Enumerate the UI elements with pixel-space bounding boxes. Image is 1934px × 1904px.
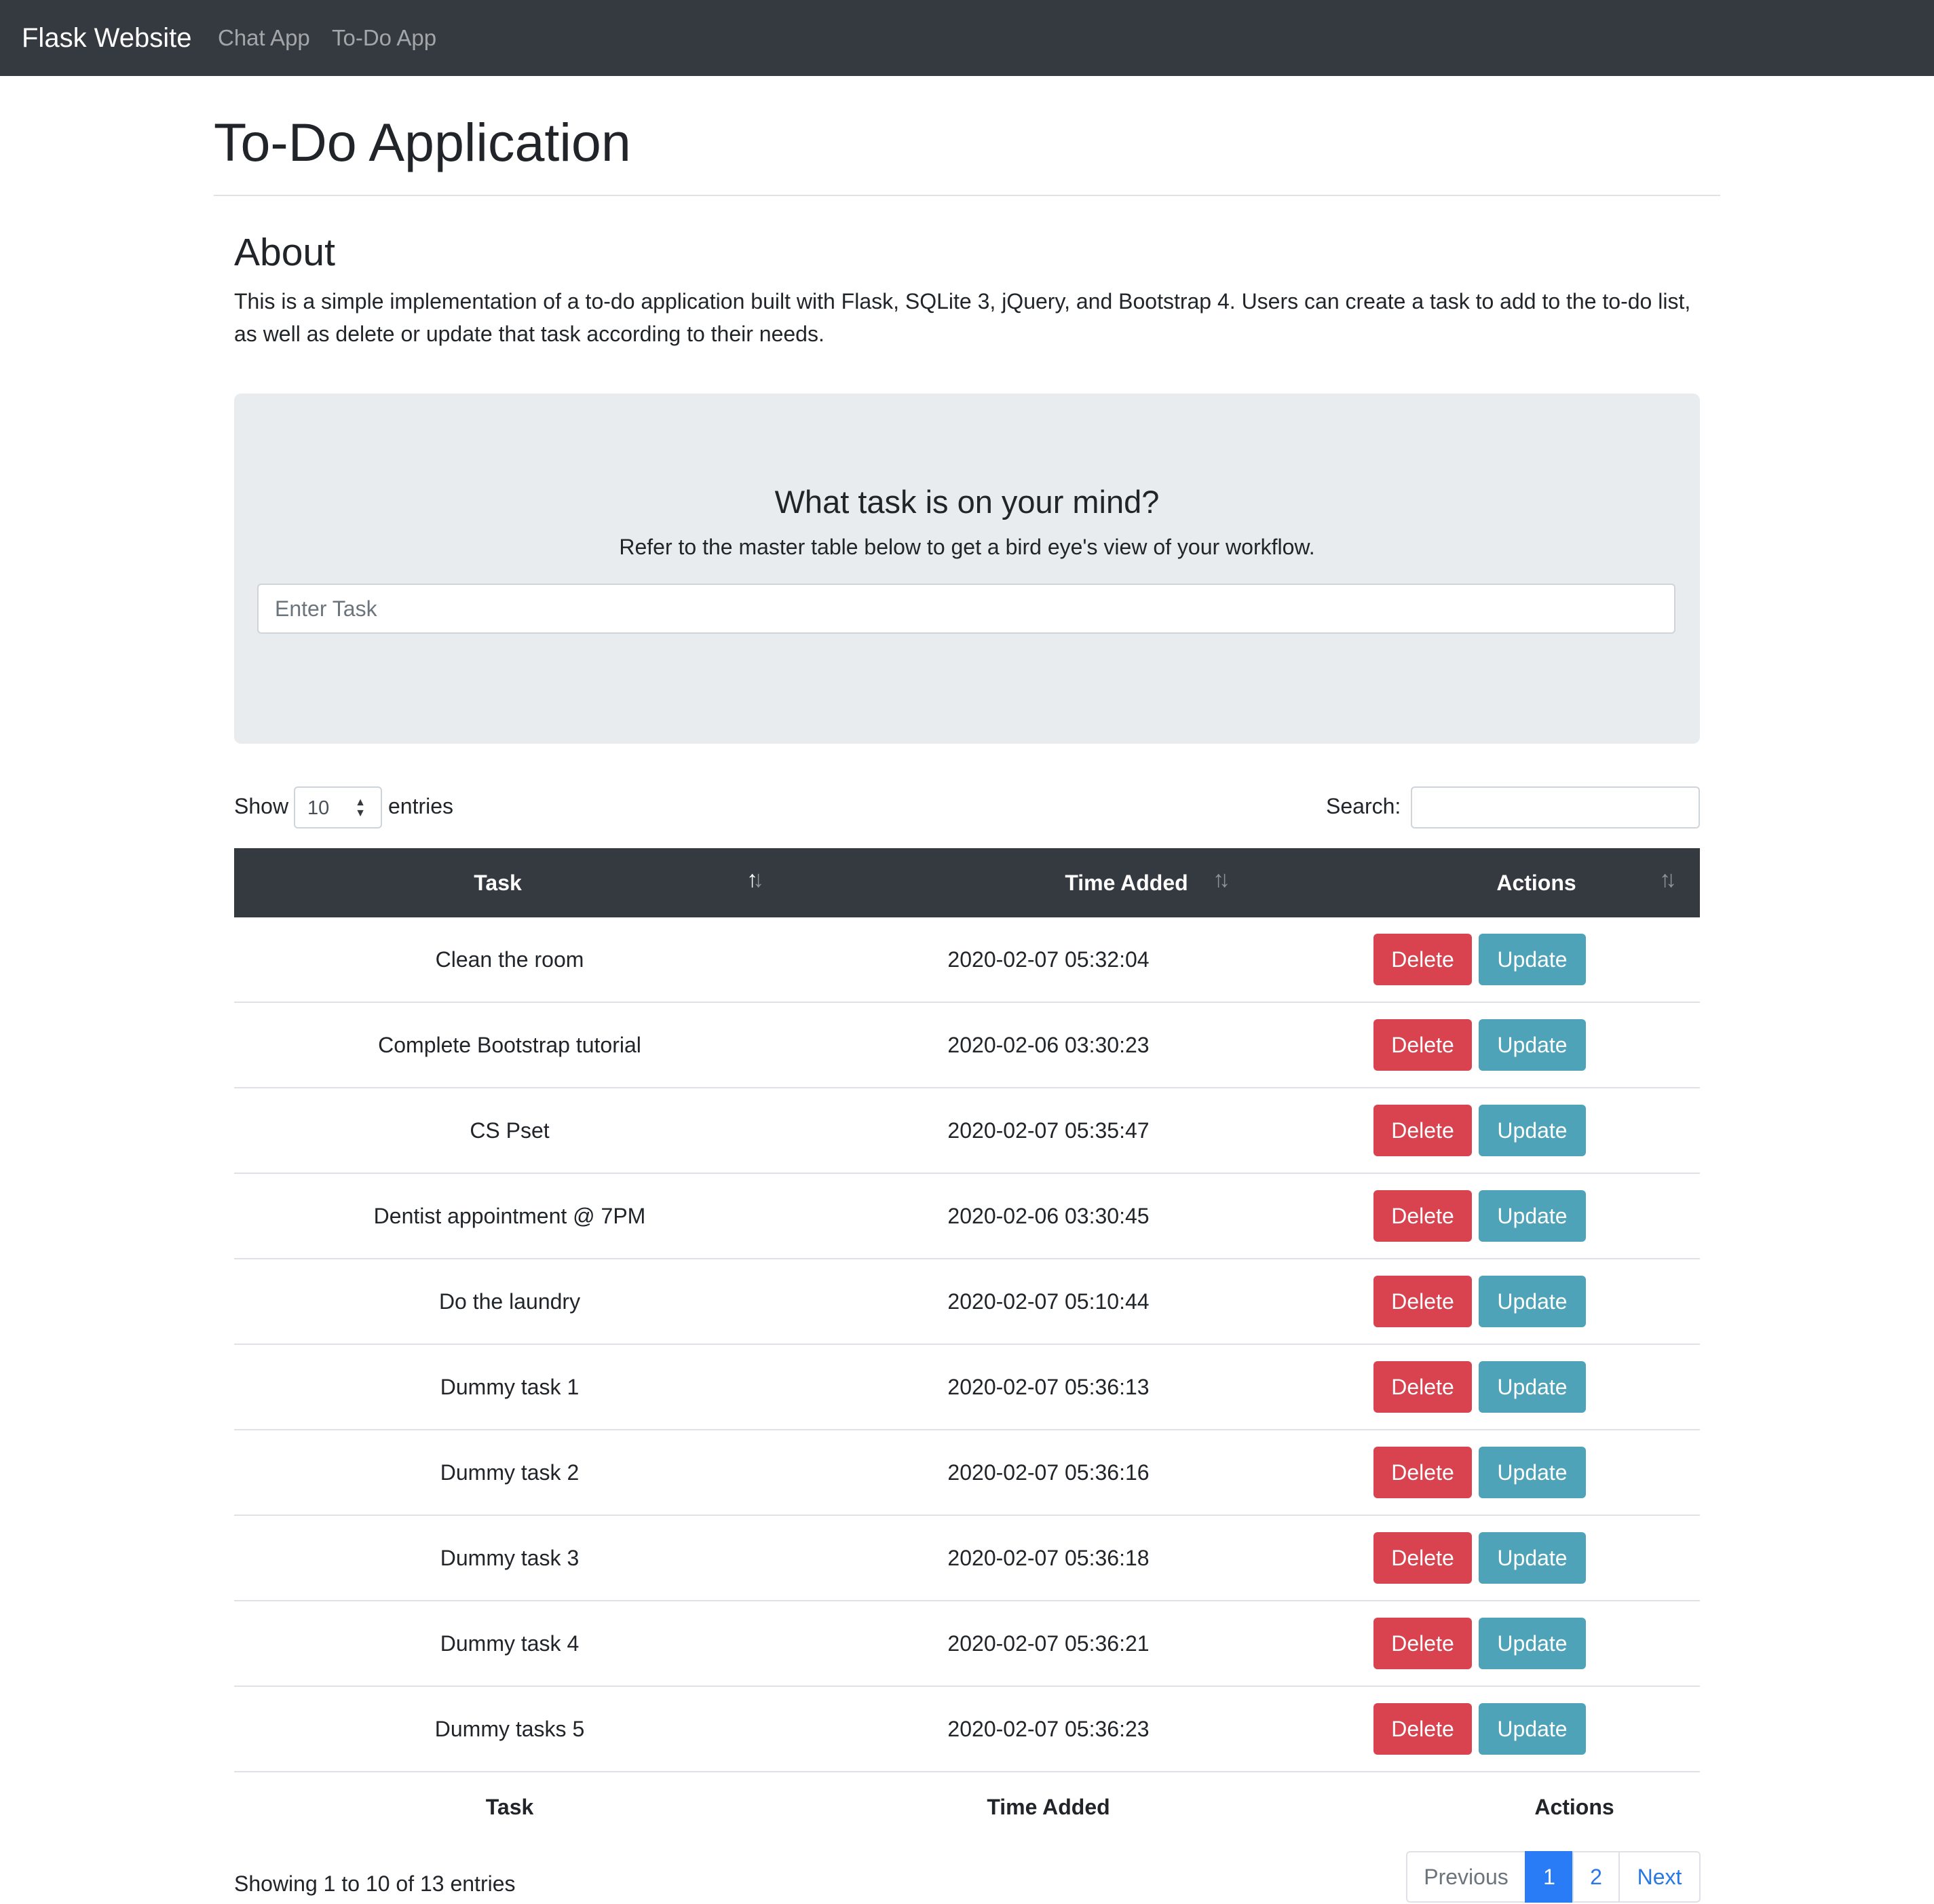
update-button[interactable]: Update [1479,1276,1586,1327]
column-header-actions[interactable]: Actions [1401,848,1672,917]
delete-button[interactable]: Delete [1373,1703,1472,1755]
navbar: Flask Website Chat App To-Do App [0,0,1934,76]
sort-arrows-icon: ↑↓ [746,867,764,892]
delete-button[interactable]: Delete [1373,1532,1472,1584]
delete-button[interactable]: Delete [1373,1618,1472,1669]
pagination-previous[interactable]: Previous [1406,1851,1526,1903]
page-title: To-Do Application [214,112,631,172]
table-row: Dummy task 1 2020-02-07 05:36:13 Delete … [234,1345,1700,1430]
navbar-brand[interactable]: Flask Website [22,20,191,56]
table-row: Dummy task 4 2020-02-07 05:36:21 Delete … [234,1601,1700,1687]
task-cell: Dummy task 4 [440,1631,580,1656]
about-title: About [234,231,335,274]
task-cell: Do the laundry [438,1289,581,1314]
time-added-cell: 2020-02-07 05:32:04 [947,947,1150,972]
entries-length-value: 10 [307,797,330,819]
footer-column-time-added: Time Added [987,1795,1110,1819]
search-label: Search: [1326,794,1401,818]
time-added-cell: 2020-02-07 05:10:44 [947,1289,1150,1314]
table-row: Complete Bootstrap tutorial 2020-02-06 0… [234,1003,1700,1088]
sort-arrows-icon: ↑↓ [1213,867,1230,892]
jumbotron-subtitle: Refer to the master table below to get a… [619,535,1315,559]
jumbotron-title: What task is on your mind? [774,484,1160,520]
delete-button[interactable]: Delete [1373,1276,1472,1327]
task-cell: Dummy task 3 [440,1546,580,1570]
time-added-cell: 2020-02-07 05:36:21 [947,1631,1150,1656]
time-added-cell: 2020-02-07 05:36:23 [947,1717,1150,1741]
select-updown-icon: ▲ ▼ [355,797,366,819]
table-row: Dummy task 3 2020-02-07 05:36:18 Delete … [234,1516,1700,1601]
delete-button[interactable]: Delete [1373,934,1472,985]
delete-button[interactable]: Delete [1373,1361,1472,1413]
update-button[interactable]: Update [1479,934,1586,985]
pagination-page-2[interactable]: 2 [1572,1851,1620,1903]
table-row: Dummy tasks 5 2020-02-07 05:36:23 Delete… [234,1687,1700,1772]
table-row: Dentist appointment @ 7PM 2020-02-06 03:… [234,1174,1700,1259]
update-button[interactable]: Update [1479,1019,1586,1071]
sort-arrows-icon: ↑↓ [1659,867,1677,892]
task-cell: CS Pset [470,1118,550,1143]
column-header-task[interactable]: Task [234,848,761,917]
footer-column-task: Task [485,1795,534,1819]
time-added-cell: 2020-02-07 05:35:47 [947,1118,1150,1143]
update-button[interactable]: Update [1479,1361,1586,1413]
delete-button[interactable]: Delete [1373,1190,1472,1242]
table-row: Do the laundry 2020-02-07 05:10:44 Delet… [234,1259,1700,1345]
table-footer: Task Time Added Actions [234,1778,1700,1836]
delete-button[interactable]: Delete [1373,1447,1472,1498]
nav-link-todo-app[interactable]: To-Do App [332,22,436,54]
title-divider [214,195,1720,196]
entries-length-select[interactable]: 10 ▲ ▼ [294,786,382,829]
update-button[interactable]: Update [1479,1532,1586,1584]
time-added-cell: 2020-02-06 03:30:45 [947,1204,1150,1228]
table-row: CS Pset 2020-02-07 05:35:47 Delete Updat… [234,1088,1700,1174]
time-added-cell: 2020-02-07 05:36:16 [947,1460,1150,1485]
time-added-cell: 2020-02-07 05:36:13 [947,1375,1150,1399]
table-header: Task ↑↓ Time Added ↑↓ Actions ↑↓ [234,848,1700,917]
entries-label: entries [388,794,454,818]
search-input[interactable] [1411,786,1700,829]
update-button[interactable]: Update [1479,1105,1586,1156]
column-header-time-added[interactable]: Time Added [923,848,1330,917]
show-label: Show [234,794,289,818]
update-button[interactable]: Update [1479,1703,1586,1755]
task-input[interactable] [257,584,1675,634]
table-row: Dummy task 2 2020-02-07 05:36:16 Delete … [234,1430,1700,1516]
column-header-actions-label: Actions [1496,871,1576,895]
task-cell: Clean the room [435,947,584,972]
update-button[interactable]: Update [1479,1190,1586,1242]
task-jumbotron: What task is on your mind? Refer to the … [234,394,1700,744]
delete-button[interactable]: Delete [1373,1105,1472,1156]
nav-link-chat-app[interactable]: Chat App [218,22,310,54]
table-row: Clean the room 2020-02-07 05:32:04 Delet… [234,917,1700,1003]
task-cell: Dummy task 2 [440,1460,580,1485]
time-added-cell: 2020-02-07 05:36:18 [947,1546,1150,1570]
about-text: This is a simple implementation of a to-… [234,289,1691,346]
task-cell: Complete Bootstrap tutorial [378,1033,641,1057]
pagination-next[interactable]: Next [1618,1851,1701,1903]
column-header-task-label: Task [474,871,522,895]
update-button[interactable]: Update [1479,1618,1586,1669]
footer-column-actions: Actions [1534,1795,1614,1819]
task-cell: Dummy task 1 [440,1375,580,1399]
delete-button[interactable]: Delete [1373,1019,1472,1071]
task-cell: Dentist appointment @ 7PM [373,1204,646,1228]
task-cell: Dummy tasks 5 [434,1717,585,1741]
time-added-cell: 2020-02-06 03:30:23 [947,1033,1150,1057]
column-header-time-added-label: Time Added [1065,871,1188,895]
table-info: Showing 1 to 10 of 13 entries [234,1871,516,1896]
update-button[interactable]: Update [1479,1447,1586,1498]
pagination-page-1[interactable]: 1 [1525,1851,1574,1903]
